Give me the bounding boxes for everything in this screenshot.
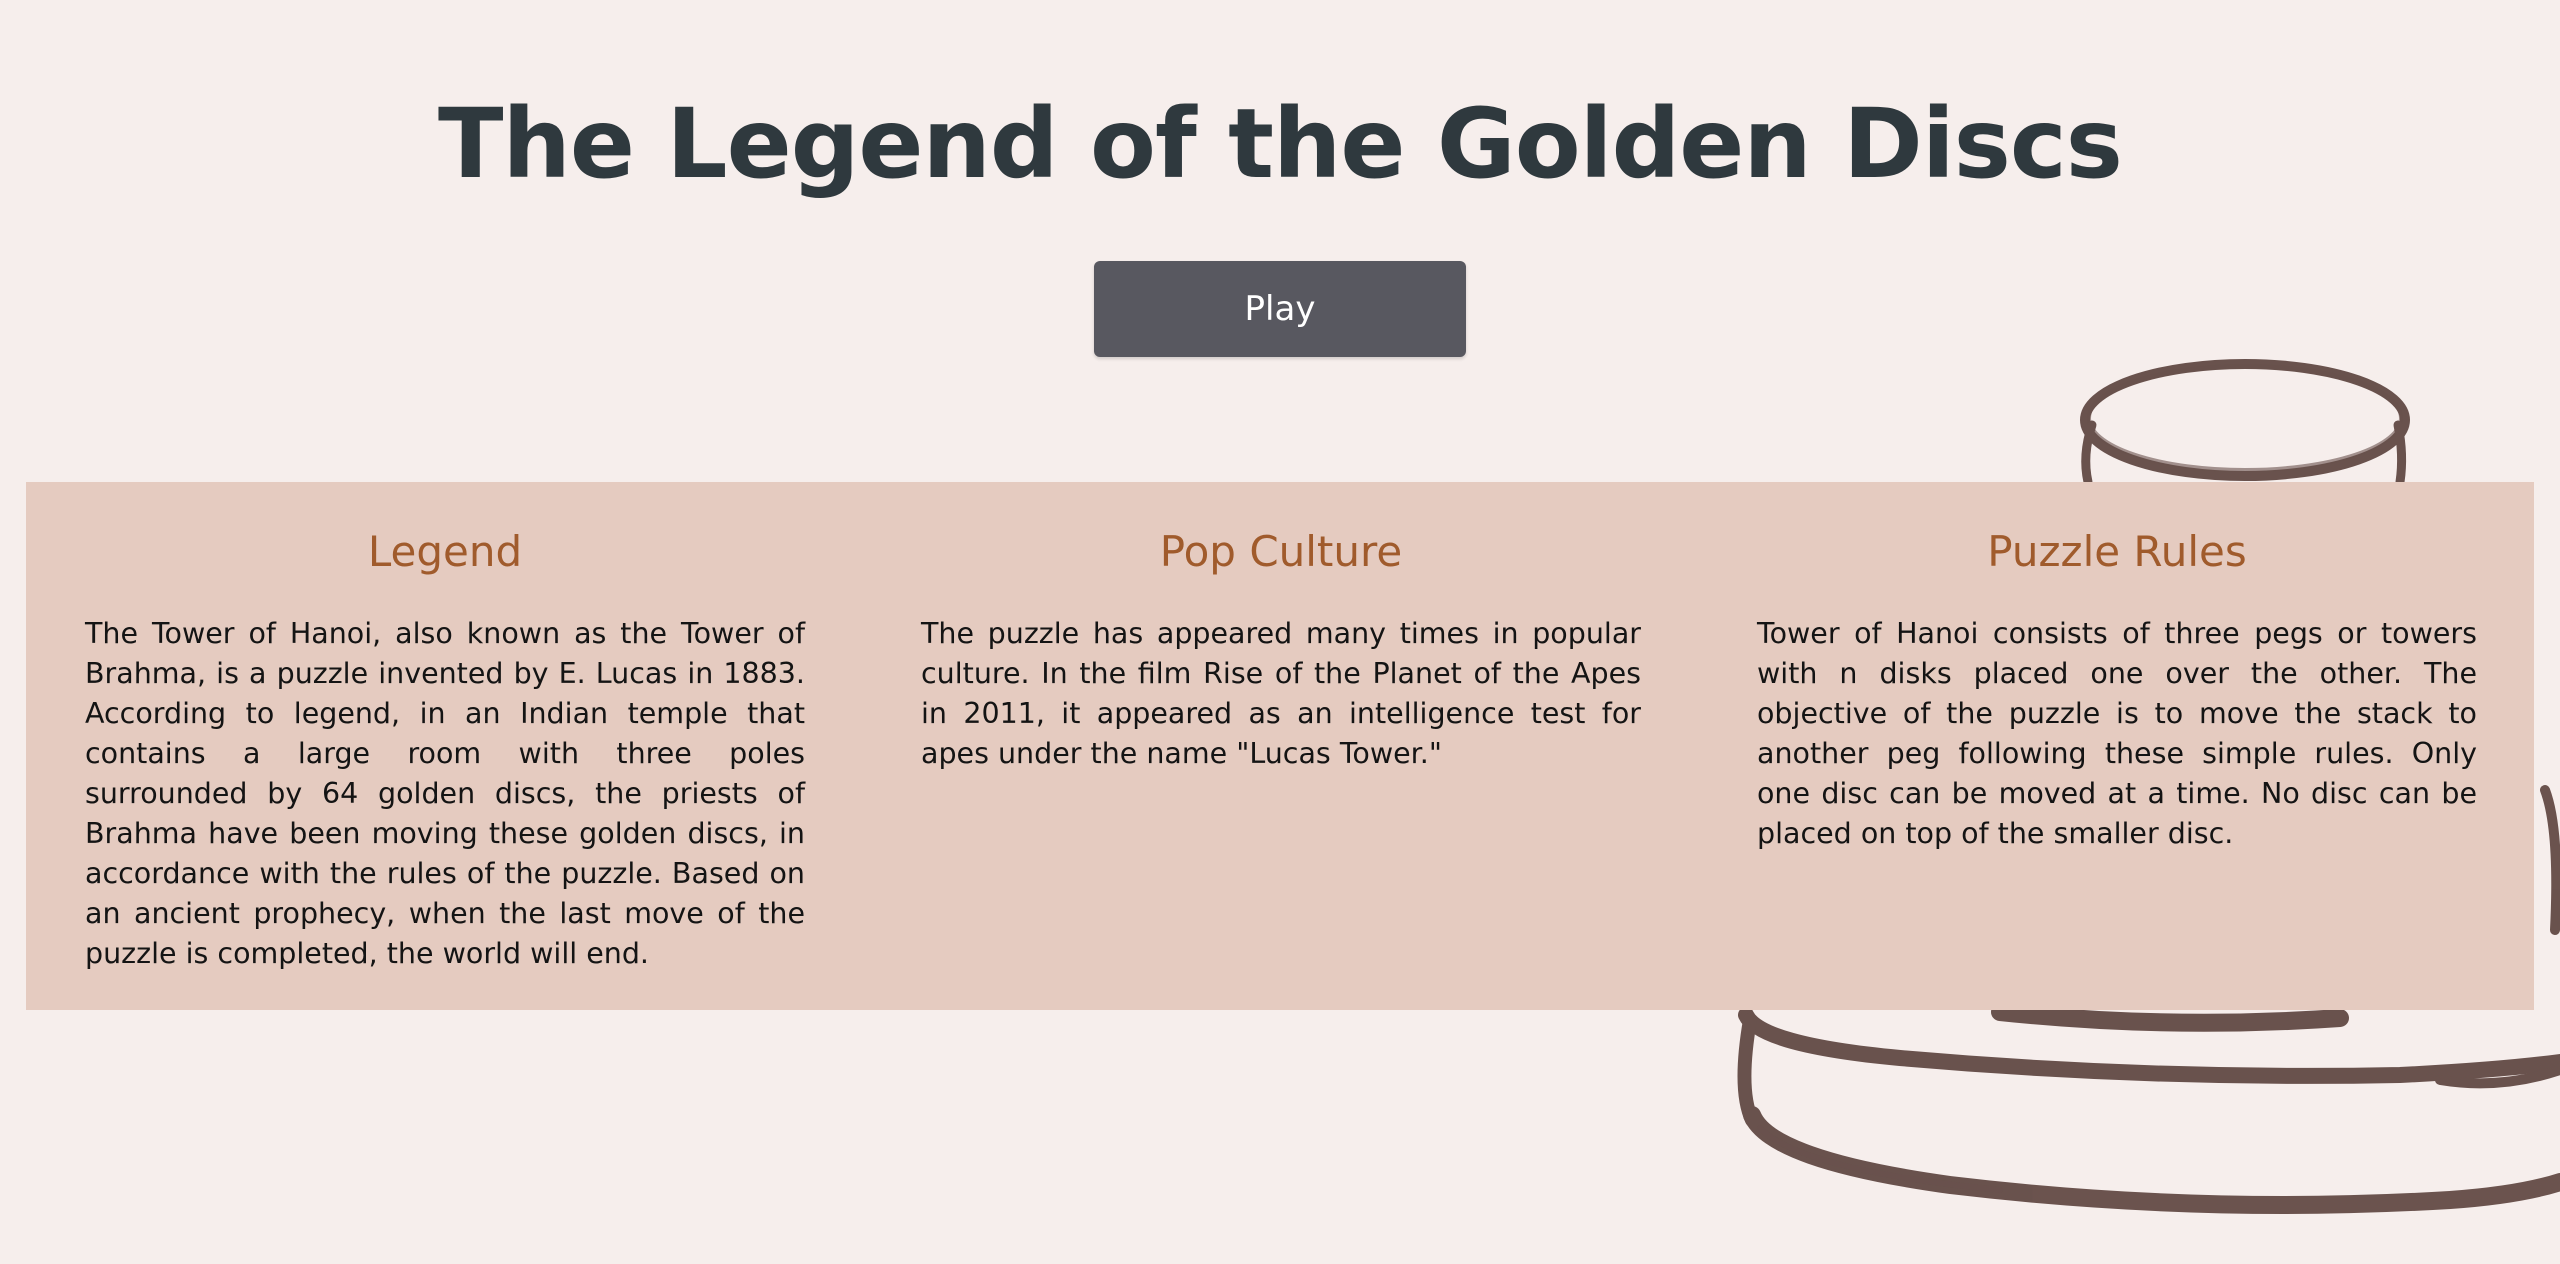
play-button[interactable]: Play bbox=[1094, 261, 1466, 357]
pop-culture-heading: Pop Culture bbox=[1159, 527, 1403, 576]
legend-text: The Tower of Hanoi, also known as the To… bbox=[85, 617, 805, 970]
info-panel: Legend The Tower of Hanoi, also known as… bbox=[26, 482, 2534, 1010]
puzzle-rules-heading: Puzzle Rules bbox=[1987, 527, 2247, 576]
pop-culture-text: The puzzle has appeared many times in po… bbox=[921, 617, 1641, 770]
page-title: The Legend of the Golden Discs bbox=[438, 88, 2123, 200]
puzzle-rules-text: Tower of Hanoi consists of three pegs or… bbox=[1757, 617, 2477, 850]
legend-heading: Legend bbox=[367, 527, 523, 576]
